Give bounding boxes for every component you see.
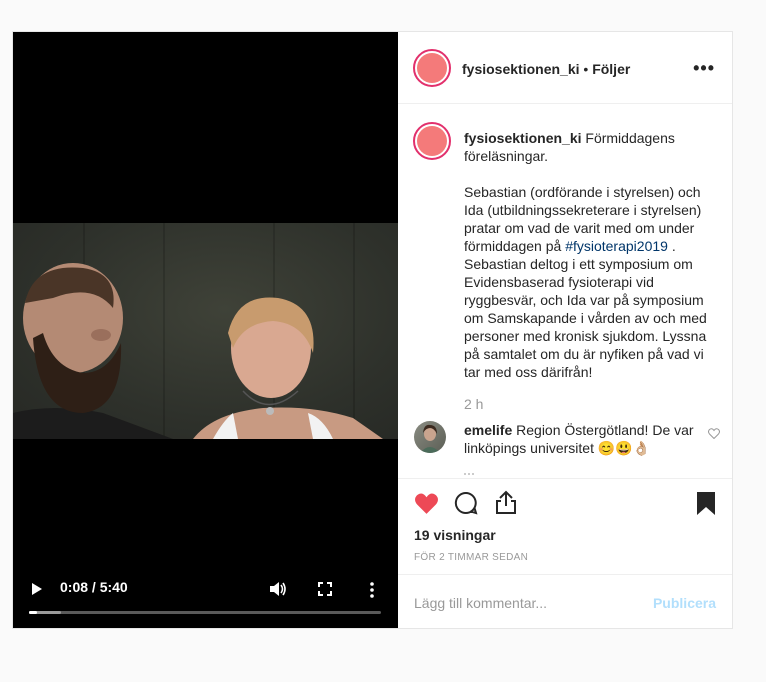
person-left-image [13,263,173,439]
save-bookmark-icon[interactable] [696,491,716,516]
post-header: fysiosektionen_ki • Följer ••• [398,32,732,104]
fullscreen-icon[interactable] [318,582,332,596]
video-frame[interactable] [13,223,398,439]
publish-button[interactable]: Publicera [653,595,716,611]
post-date[interactable]: FÖR 2 TIMMAR SEDAN [414,552,528,563]
post-side-panel: fysiosektionen_ki • Följer ••• fysiosekt… [398,32,732,628]
video-more-icon[interactable] [370,582,374,598]
video-player[interactable]: 0:08 / 5:40 [13,32,398,628]
add-comment-input[interactable]: Lägg till kommentar... [414,595,547,611]
add-comment-bar: Lägg till kommentar... Publicera [398,574,732,629]
header-username[interactable]: fysiosektionen_ki [462,61,580,77]
video-time: 0:08 / 5:40 [60,579,128,595]
volume-icon[interactable] [269,581,287,597]
follow-status-button[interactable]: Följer [592,61,630,77]
hashtag-link[interactable]: #fysioterapi2019 [565,238,668,254]
post-container: 0:08 / 5:40 fysiosektionen_ki • Följer •… [12,31,733,629]
comment-like-icon[interactable] [708,428,720,439]
play-icon[interactable] [31,582,43,596]
view-count[interactable]: 19 visningar [414,527,496,543]
commenter-avatar[interactable] [414,421,446,453]
comment-username[interactable]: emelife [464,422,512,438]
header-line: fysiosektionen_ki • Följer [462,61,630,77]
next-comment-partial [464,473,474,477]
person-right-image [193,297,383,439]
caption-paragraph-cont: . Sebastian deltog i ett symposium om Ev… [464,238,707,380]
profile-avatar[interactable] [413,49,451,87]
share-icon[interactable] [495,490,517,515]
post-caption: fysiosektionen_ki Förmiddagens föreläsni… [464,129,716,399]
comments-section[interactable]: fysiosektionen_ki Förmiddagens föreläsni… [398,105,732,478]
video-played [29,611,38,614]
caption-avatar[interactable] [413,122,451,160]
comment-bubble-icon[interactable] [454,491,478,515]
like-heart-icon[interactable] [414,492,439,515]
more-options-icon[interactable]: ••• [693,58,715,79]
video-controls: 0:08 / 5:40 [13,568,398,628]
comment-item: emelife Region Östergötland! De var link… [464,421,704,457]
video-progress-bar[interactable] [29,611,381,614]
caption-timestamp[interactable]: 2 h [464,396,483,412]
header-separator: • [583,61,589,77]
post-actions: 19 visningar FÖR 2 TIMMAR SEDAN Lägg til… [398,478,732,628]
caption-username[interactable]: fysiosektionen_ki [464,130,582,146]
